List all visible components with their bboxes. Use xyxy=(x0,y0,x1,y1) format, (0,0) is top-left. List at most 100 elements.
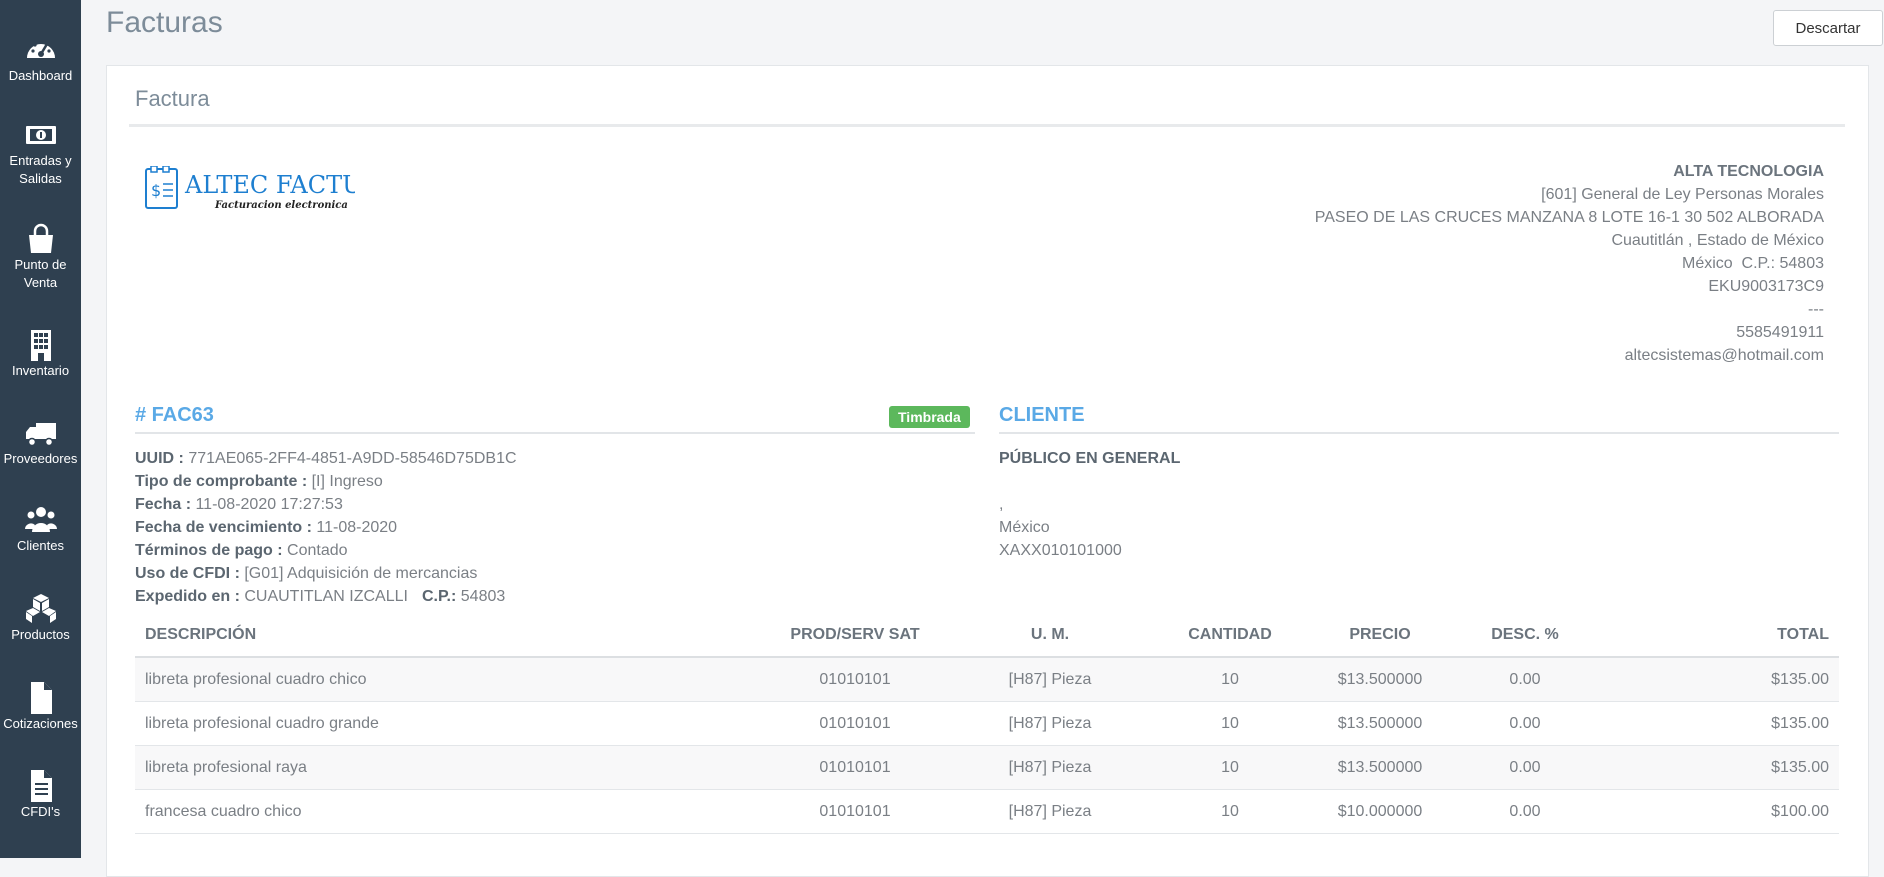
sidebar-item-dashboard[interactable]: Dashboard xyxy=(0,33,81,85)
items-table: DESCRIPCIÓN PROD/SERV SAT U. M. CANTIDAD… xyxy=(135,614,1839,834)
invoice-details: UUID : 771AE065-2FF4-4851-A9DD-58546D75D… xyxy=(135,447,517,608)
table-header-row: DESCRIPCIÓN PROD/SERV SAT U. M. CANTIDAD… xyxy=(135,614,1839,658)
cell-unidad: [H87] Pieza xyxy=(945,657,1155,702)
cell-descripcion: libreta profesional cuadro chico xyxy=(135,657,765,702)
company-regime: [601] General de Ley Personas Morales xyxy=(1541,186,1824,203)
expedido-value: CUAUTITLAN IZCALLI xyxy=(244,588,408,605)
cell-prod-serv: 01010101 xyxy=(765,789,945,834)
tipo-value: [I] Ingreso xyxy=(311,473,383,490)
cell-descuento: 0.00 xyxy=(1455,745,1595,790)
company-city-state: Cuautitlán , Estado de México xyxy=(1611,232,1824,249)
fecha-value: 11-08-2020 17:27:53 xyxy=(195,496,343,513)
cell-total: $100.00 xyxy=(1595,789,1839,834)
expedido-row: Expedido en : CUAUTITLAN IZCALLI C.P.: 54… xyxy=(135,585,517,608)
invoice-number: # FAC63 xyxy=(135,404,214,426)
company-logo: $ ALTEC FACTURA Facturacion electronica xyxy=(145,165,398,221)
cell-cantidad: 10 xyxy=(1155,701,1305,746)
cp-label: C.P.: xyxy=(421,588,461,605)
client-divider xyxy=(999,432,1839,434)
company-rfc: EKU9003173C9 xyxy=(1708,278,1824,295)
sidebar-item-productos[interactable]: Productos xyxy=(0,592,81,644)
sidebar: Dashboard Entradas y Salidas Punto de Ve… xyxy=(0,0,81,858)
company-email: altecsistemas@hotmail.com xyxy=(1624,347,1824,364)
terminos-label: Términos de pago : xyxy=(135,542,288,559)
table-row: libreta profesional raya 01010101 [H87] … xyxy=(135,745,1839,790)
client-address-comma: , xyxy=(999,496,1004,513)
vencimiento-value: 11-08-2020 xyxy=(316,519,398,536)
cell-prod-serv: 01010101 xyxy=(765,657,945,702)
cubes-icon xyxy=(0,592,81,626)
cell-total: $135.00 xyxy=(1595,745,1839,790)
col-descripcion: DESCRIPCIÓN xyxy=(135,614,765,658)
terminos-value: Contado xyxy=(287,542,348,559)
cell-total: $135.00 xyxy=(1595,657,1839,702)
table-row: libreta profesional cuadro chico 0101010… xyxy=(135,657,1839,702)
sidebar-item-proveedores[interactable]: Proveedores xyxy=(0,416,81,468)
dashboard-gauge-icon xyxy=(0,33,81,67)
sidebar-item-inventario[interactable]: Inventario xyxy=(0,328,81,380)
cell-descripcion: francesa cuadro chico xyxy=(135,789,765,834)
cell-descuento: 0.00 xyxy=(1455,701,1595,746)
cell-precio: $13.500000 xyxy=(1305,745,1455,790)
svg-text:ALTEC FACTURA: ALTEC FACTURA xyxy=(184,171,355,199)
cell-unidad: [H87] Pieza xyxy=(945,789,1155,834)
money-bill-icon xyxy=(0,118,81,152)
cell-precio: $10.000000 xyxy=(1305,789,1455,834)
sidebar-item-cfdis[interactable]: CFDI's xyxy=(0,769,81,821)
sidebar-item-label: Productos xyxy=(11,627,70,642)
sidebar-item-clientes[interactable]: Clientes xyxy=(0,503,81,555)
sidebar-item-label: Cotizaciones xyxy=(3,716,78,731)
discard-button[interactable]: Descartar xyxy=(1773,10,1883,46)
cell-cantidad: 10 xyxy=(1155,789,1305,834)
terminos-row: Términos de pago : Contado xyxy=(135,539,517,562)
client-details: PÚBLICO EN GENERAL , México XAXX01010100… xyxy=(999,447,1180,562)
sidebar-item-punto-de-venta[interactable]: Punto de Venta xyxy=(0,222,81,292)
col-cantidad: CANTIDAD xyxy=(1155,614,1305,658)
shopping-bag-icon xyxy=(0,222,81,256)
sidebar-item-label: Clientes xyxy=(17,538,64,553)
client-country: México xyxy=(999,519,1050,536)
cell-precio: $13.500000 xyxy=(1305,657,1455,702)
cell-precio: $13.500000 xyxy=(1305,701,1455,746)
tipo-label: Tipo de comprobante : xyxy=(135,473,312,490)
table-row: libreta profesional cuadro grande 010101… xyxy=(135,701,1839,746)
truck-icon xyxy=(0,416,81,450)
sidebar-item-label: Inventario xyxy=(11,363,70,378)
invoice-divider xyxy=(135,432,975,434)
fecha-label: Fecha : xyxy=(135,496,196,513)
company-phone: 5585491911 xyxy=(1736,324,1824,341)
client-spacer xyxy=(999,470,1180,493)
svg-text:$: $ xyxy=(151,181,161,200)
client-rfc: XAXX010101000 xyxy=(999,542,1122,559)
uuid-row: UUID : 771AE065-2FF4-4851-A9DD-58546D75D… xyxy=(135,447,517,470)
users-icon xyxy=(0,503,81,537)
sidebar-item-cotizaciones[interactable]: Cotizaciones xyxy=(0,681,81,733)
sidebar-item-entradas[interactable]: Entradas y Salidas xyxy=(0,118,81,188)
cell-cantidad: 10 xyxy=(1155,745,1305,790)
cell-descripcion: libreta profesional cuadro grande xyxy=(135,701,765,746)
expedido-label: Expedido en : xyxy=(135,588,245,605)
sidebar-item-label: CFDI's xyxy=(20,804,61,819)
file-icon xyxy=(0,681,81,715)
file-text-icon xyxy=(0,769,81,803)
uuid-value: 771AE065-2FF4-4851-A9DD-58546D75DB1C xyxy=(188,450,517,467)
company-info: ALTA TECNOLOGIA [601] General de Ley Per… xyxy=(1315,160,1824,367)
sidebar-item-label: Entradas y Salidas xyxy=(9,153,72,186)
cell-descuento: 0.00 xyxy=(1455,657,1595,702)
vencimiento-label: Fecha de vencimiento : xyxy=(135,519,317,536)
company-name: ALTA TECNOLOGIA xyxy=(1673,163,1824,180)
tipo-row: Tipo de comprobante : [I] Ingreso xyxy=(135,470,517,493)
vencimiento-row: Fecha de vencimiento : 11-08-2020 xyxy=(135,516,517,539)
col-prod-serv-sat: PROD/SERV SAT xyxy=(765,614,945,658)
cell-unidad: [H87] Pieza xyxy=(945,701,1155,746)
col-precio: PRECIO xyxy=(1305,614,1455,658)
sidebar-item-label: Dashboard xyxy=(8,68,73,83)
sidebar-item-label: Proveedores xyxy=(3,451,78,466)
company-dashes: --- xyxy=(1808,301,1824,318)
panel-title: Factura xyxy=(135,86,210,111)
uso-cfdi-row: Uso de CFDI : [G01] Adquisición de merca… xyxy=(135,562,517,585)
fecha-row: Fecha : 11-08-2020 17:27:53 xyxy=(135,493,517,516)
uso-cfdi-label: Uso de CFDI : xyxy=(135,565,245,582)
col-descuento: DESC. % xyxy=(1455,614,1595,658)
cell-cantidad: 10 xyxy=(1155,657,1305,702)
